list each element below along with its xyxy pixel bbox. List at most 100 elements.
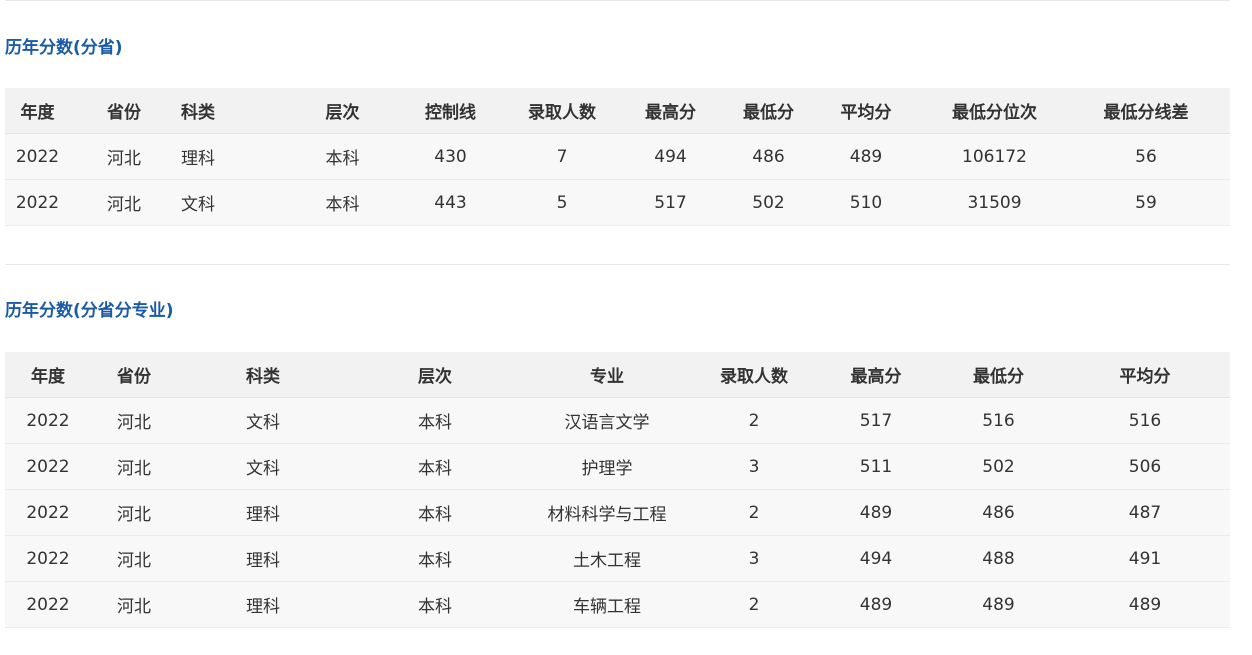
table-cell: 443: [386, 179, 515, 226]
table-cell: 本科: [349, 581, 521, 628]
table-row: 2022 河北 理科 本科 车辆工程 2 489 489 489: [5, 581, 1230, 628]
table-cell: 河北: [91, 489, 177, 536]
top-divider: [5, 0, 1230, 1]
table-cell: 2022: [5, 535, 91, 582]
table-header-row: 年度 省份 科类 层次 专业 录取人数 最高分 最低分 平均分: [5, 352, 1230, 398]
table-cell: 2022: [5, 581, 91, 628]
table-cell: 494: [815, 535, 937, 582]
table-cell: 文科: [177, 397, 349, 444]
table-cell: 487: [1060, 489, 1230, 536]
table-cell: 河北: [70, 179, 178, 226]
table-cell: 488: [937, 535, 1060, 582]
table-cell: 489: [937, 581, 1060, 628]
table-cell: 59: [1062, 179, 1230, 226]
col-header: 最低分位次: [927, 88, 1062, 134]
col-header: 省份: [91, 352, 177, 398]
col-header: 录取人数: [693, 352, 815, 398]
table-cell: 河北: [91, 581, 177, 628]
table-cell: 文科: [178, 179, 299, 226]
section-title-province: 历年分数(分省): [5, 38, 123, 58]
table-cell: 本科: [299, 133, 386, 180]
table-cell: 511: [815, 443, 937, 490]
table-cell: 理科: [177, 489, 349, 536]
col-header: 平均分: [805, 88, 927, 134]
table-cell: 文科: [177, 443, 349, 490]
table-cell: 489: [1060, 581, 1230, 628]
col-header: 层次: [299, 88, 386, 134]
col-header: 科类: [177, 352, 349, 398]
table-cell: 517: [609, 179, 732, 226]
table-cell: 7: [515, 133, 609, 180]
col-header: 省份: [70, 88, 178, 134]
table-cell: 2: [693, 397, 815, 444]
table-cell: 理科: [178, 133, 299, 180]
table-cell: 2: [693, 489, 815, 536]
table-cell: 护理学: [521, 443, 693, 490]
major-score-table: 年度 省份 科类 层次 专业 录取人数 最高分 最低分 平均分 2022 河北 …: [5, 352, 1230, 628]
table-cell: 理科: [177, 581, 349, 628]
table-cell: 491: [1060, 535, 1230, 582]
col-header: 年度: [5, 352, 91, 398]
col-header: 层次: [349, 352, 521, 398]
col-header: 科类: [178, 88, 299, 134]
table-cell: 理科: [177, 535, 349, 582]
table-cell: 本科: [349, 397, 521, 444]
table-cell: 430: [386, 133, 515, 180]
table-cell: 汉语言文学: [521, 397, 693, 444]
table-cell: 489: [815, 489, 937, 536]
section-divider: [5, 264, 1230, 265]
table-cell: 2022: [5, 443, 91, 490]
table-cell: 本科: [299, 179, 386, 226]
table-cell: 土木工程: [521, 535, 693, 582]
table-cell: 5: [515, 179, 609, 226]
table-cell: 2: [693, 581, 815, 628]
table-cell: 本科: [349, 489, 521, 536]
table-cell: 2022: [5, 133, 70, 180]
col-header: 最高分: [815, 352, 937, 398]
table-cell: 486: [937, 489, 1060, 536]
table-cell: 56: [1062, 133, 1230, 180]
table-cell: 2022: [5, 489, 91, 536]
table-cell: 2022: [5, 397, 91, 444]
table-cell: 502: [732, 179, 805, 226]
col-header: 控制线: [386, 88, 515, 134]
col-header: 专业: [521, 352, 693, 398]
section-title-major: 历年分数(分省分专业): [5, 301, 174, 321]
table-cell: 489: [805, 133, 927, 180]
col-header: 录取人数: [515, 88, 609, 134]
table-cell: 河北: [91, 443, 177, 490]
table-cell: 510: [805, 179, 927, 226]
table-cell: 本科: [349, 535, 521, 582]
col-header: 最低分线差: [1062, 88, 1230, 134]
table-row: 2022 河北 理科 本科 430 7 494 486 489 106172 5…: [5, 133, 1230, 180]
table-cell: 494: [609, 133, 732, 180]
table-cell: 31509: [927, 179, 1062, 226]
table-cell: 106172: [927, 133, 1062, 180]
table-cell: 506: [1060, 443, 1230, 490]
table-row: 2022 河北 文科 本科 护理学 3 511 502 506: [5, 443, 1230, 490]
table-row: 2022 河北 文科 本科 汉语言文学 2 517 516 516: [5, 397, 1230, 444]
table-cell: 516: [937, 397, 1060, 444]
col-header: 最低分: [937, 352, 1060, 398]
table-header-row: 年度 省份 科类 层次 控制线 录取人数 最高分 最低分 平均分 最低分位次 最…: [5, 88, 1230, 134]
table-cell: 河北: [70, 133, 178, 180]
table-cell: 河北: [91, 397, 177, 444]
table-cell: 3: [693, 535, 815, 582]
table-cell: 3: [693, 443, 815, 490]
table-cell: 2022: [5, 179, 70, 226]
table-cell: 本科: [349, 443, 521, 490]
col-header: 最低分: [732, 88, 805, 134]
table-cell: 车辆工程: [521, 581, 693, 628]
col-header: 年度: [5, 88, 70, 134]
col-header: 平均分: [1060, 352, 1230, 398]
table-row: 2022 河北 理科 本科 土木工程 3 494 488 491: [5, 535, 1230, 582]
table-cell: 502: [937, 443, 1060, 490]
table-row: 2022 河北 理科 本科 材料科学与工程 2 489 486 487: [5, 489, 1230, 536]
table-cell: 材料科学与工程: [521, 489, 693, 536]
province-score-table: 年度 省份 科类 层次 控制线 录取人数 最高分 最低分 平均分 最低分位次 最…: [5, 88, 1230, 226]
table-cell: 489: [815, 581, 937, 628]
table-cell: 516: [1060, 397, 1230, 444]
table-cell: 517: [815, 397, 937, 444]
table-cell: 486: [732, 133, 805, 180]
table-row: 2022 河北 文科 本科 443 5 517 502 510 31509 59: [5, 179, 1230, 226]
